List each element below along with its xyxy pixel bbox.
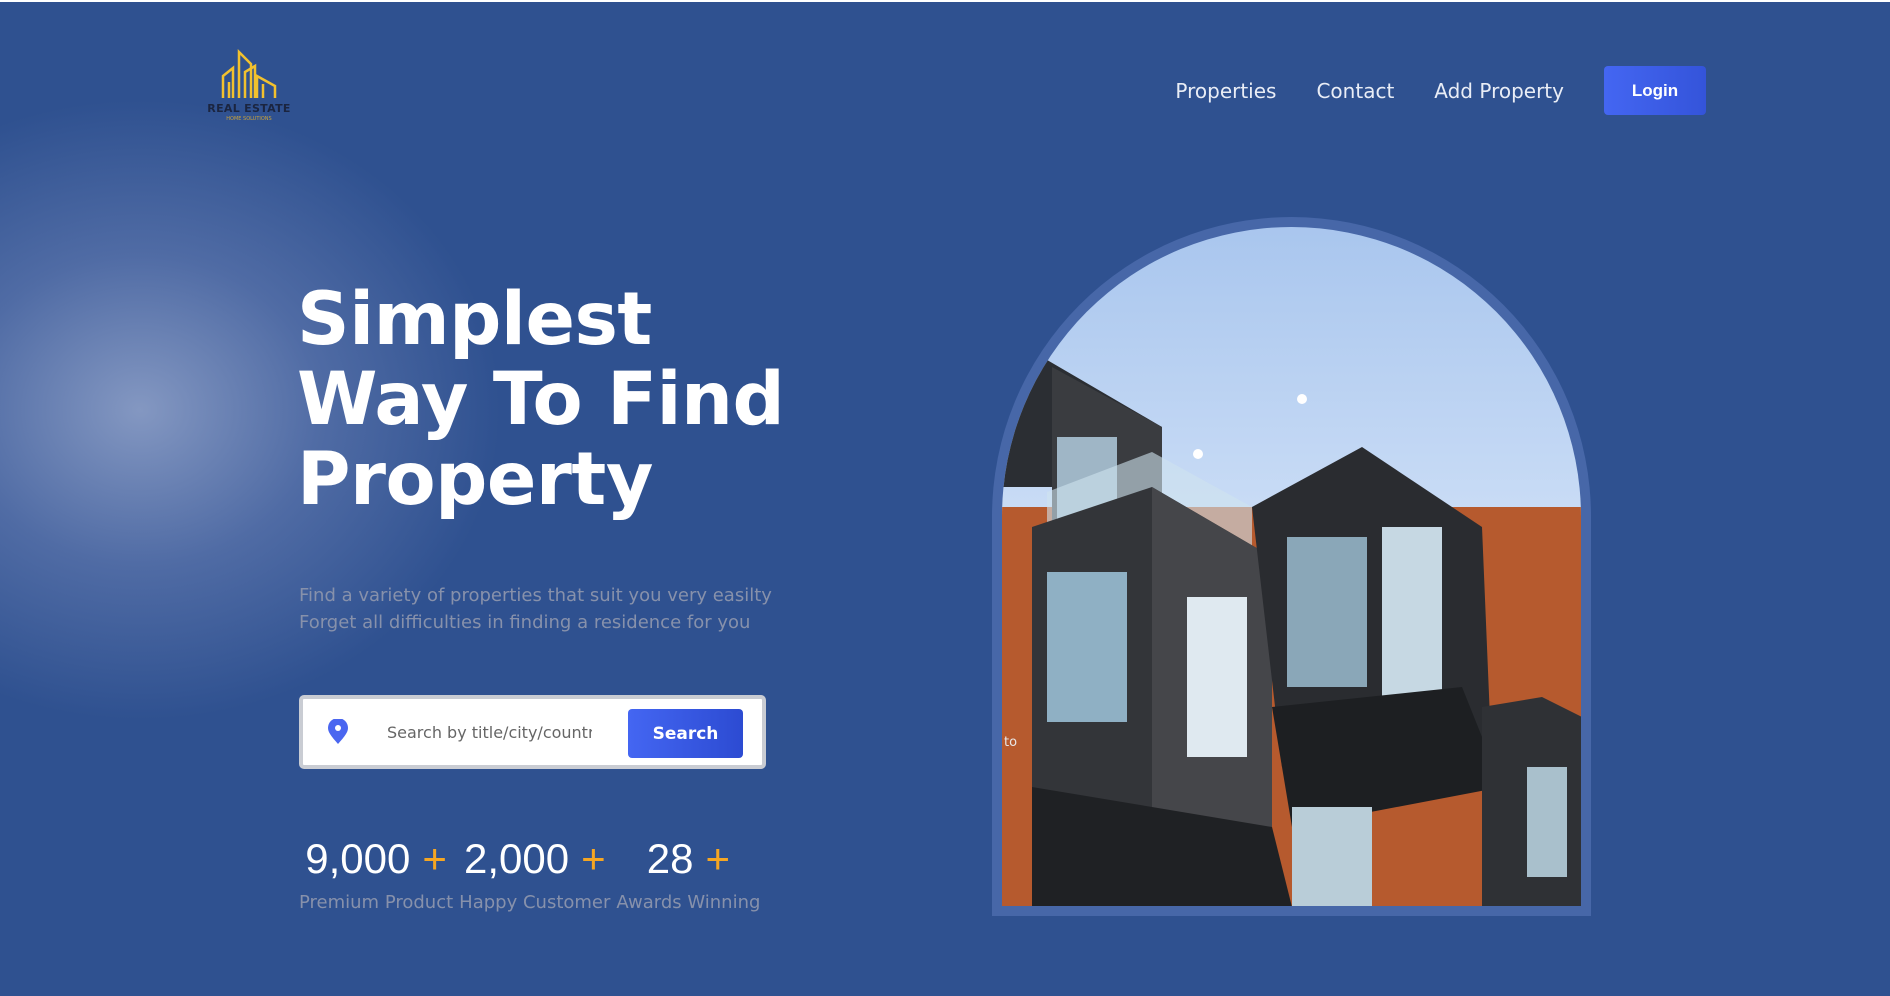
map-pin-icon — [328, 719, 348, 744]
hero-title-line: Property — [297, 437, 653, 522]
stat-label: Premium Product — [299, 892, 454, 913]
stat-value: 9,000 — [305, 835, 411, 882]
stat-item: 28 + Awards Winning — [616, 834, 760, 913]
main-nav: Properties Contact Add Property Login — [1175, 66, 1706, 115]
logo-title: REAL ESTATE — [207, 102, 291, 115]
nav-properties[interactable]: Properties — [1175, 79, 1276, 103]
stat-item: 9,000 + Premium Product — [299, 834, 453, 913]
logo[interactable]: REAL ESTATE HOME SOLUTIONS — [203, 46, 295, 126]
hero-title-line: Way To Find — [297, 357, 785, 442]
stat-label: Happy Customer — [459, 892, 611, 913]
nav-contact[interactable]: Contact — [1316, 79, 1394, 103]
stats: 9,000 + Premium Product 2,000 + Happy Cust… — [299, 834, 766, 913]
plus-icon: + — [581, 835, 606, 882]
plus-icon: + — [705, 835, 731, 882]
hero-subtitle-line: Forget all difficulties in finding a res… — [299, 612, 751, 633]
stat-item: 2,000 + Happy Customer — [459, 834, 610, 913]
nav-add-property[interactable]: Add Property — [1434, 79, 1564, 103]
stat-label: Awards Winning — [616, 892, 761, 913]
plus-icon: + — [422, 835, 447, 882]
hero-title: Simplest Way To Find Property — [297, 277, 785, 522]
search-input[interactable] — [387, 719, 592, 745]
hero-subtitle-line: Find a variety of properties that suit y… — [299, 585, 772, 606]
building-photo: to — [1002, 227, 1581, 906]
stat-value: 2,000 — [463, 835, 570, 882]
search-bar: Search — [299, 695, 766, 769]
hero-title-line: Simplest — [297, 277, 652, 362]
hero-image-frame: to — [992, 217, 1591, 916]
logo-subtitle: HOME SOLUTIONS — [226, 116, 272, 122]
hero-subtitle: Find a variety of properties that suit y… — [299, 582, 772, 636]
stray-text: to — [1004, 735, 1018, 750]
stat-value: 28 — [646, 835, 694, 882]
building-logo-icon — [221, 48, 277, 98]
login-button[interactable]: Login — [1604, 66, 1706, 115]
search-button[interactable]: Search — [628, 709, 743, 758]
